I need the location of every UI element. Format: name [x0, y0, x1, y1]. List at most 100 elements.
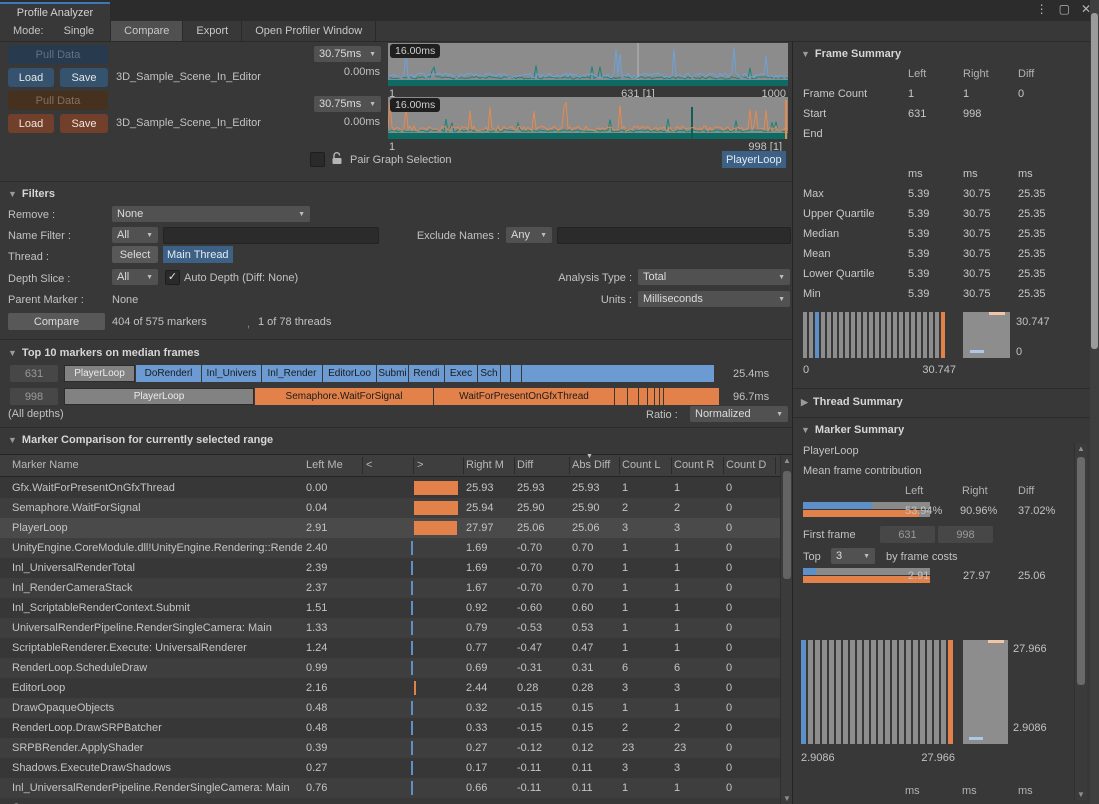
top10-segment[interactable] — [615, 388, 627, 405]
top10-bar-right[interactable]: PlayerLoopSemaphore.WaitForSignalWaitFor… — [64, 388, 720, 405]
histogram-bar — [871, 640, 876, 744]
fs-stat-value: 998 — [963, 108, 981, 120]
column-header[interactable]: Left Me — [306, 459, 352, 471]
top10-segment[interactable]: Sch — [478, 365, 500, 382]
column-separator — [514, 457, 515, 474]
table-row[interactable]: EditorLoop2.162.440.280.28330 — [0, 678, 780, 698]
marker-summary-boxplot[interactable] — [963, 640, 1008, 744]
mode-compare-button[interactable]: Compare — [110, 21, 183, 41]
top10-segment[interactable]: DoRenderl — [136, 365, 201, 382]
scrollbar-thumb[interactable] — [1091, 13, 1098, 349]
top10-segment[interactable]: PlayerLoop — [64, 388, 254, 405]
table-row[interactable]: DrawOpaqueObjects0.480.32-0.150.15110 — [0, 698, 780, 718]
column-header[interactable]: Abs Diff — [572, 459, 618, 471]
table-row[interactable]: RenderLoop.DrawSRPBatcher0.480.33-0.150.… — [0, 718, 780, 738]
table-row[interactable]: RenderLoop.ScheduleDraw0.990.69-0.310.31… — [0, 658, 780, 678]
top10-segment[interactable] — [522, 365, 714, 382]
column-header[interactable]: Count R — [674, 459, 720, 471]
count-right-value: 2 — [674, 498, 722, 518]
graph-left-scale-dropdown[interactable]: 30.75ms — [314, 46, 381, 62]
column-header[interactable]: Count L — [622, 459, 668, 471]
top10-segment[interactable] — [501, 365, 510, 382]
top10-segment[interactable] — [660, 388, 663, 405]
top10-segment[interactable]: EditorLoo — [323, 365, 376, 382]
top10-segment[interactable]: PlayerLoop — [64, 365, 135, 382]
column-header[interactable]: > — [417, 459, 463, 471]
table-row[interactable]: Semaphore.WaitForSignal0.0425.9425.9025.… — [0, 498, 780, 518]
histogram-bar — [821, 312, 825, 358]
first-frame-right-button[interactable]: 998 — [938, 526, 993, 543]
table-row[interactable]: UniversalRenderPipeline.RenderSingleCame… — [0, 618, 780, 638]
top-n-dropdown[interactable]: 3 — [831, 548, 875, 564]
pull-data-left-button[interactable]: Pull Data — [8, 45, 108, 64]
frame-summary-foldout[interactable]: Frame Summary — [801, 48, 901, 60]
top10-segment[interactable] — [628, 388, 638, 405]
table-row[interactable]: SRPBRender.ApplyShader0.390.27-0.120.122… — [0, 738, 780, 758]
thread-summary-foldout[interactable]: Thread Summary — [801, 396, 903, 408]
top10-segment[interactable]: WaitForPresentOnGfxThread — [434, 388, 614, 405]
export-button[interactable]: Export — [183, 21, 242, 41]
table-row[interactable]: Shadows.ExecuteDrawShadows0.270.17-0.110… — [0, 758, 780, 778]
top10-frame-left-button[interactable]: 631 — [10, 365, 58, 382]
right-median-value: 0.27 — [466, 738, 514, 758]
table-row[interactable]: Inl_UniversalRenderTotal2.391.69-0.700.7… — [0, 558, 780, 578]
top10-foldout[interactable]: Top 10 markers on median frames — [8, 347, 200, 359]
top10-segment[interactable]: Exec — [445, 365, 477, 382]
left-median-value: 2.37 — [306, 578, 362, 598]
top10-frame-right-button[interactable]: 998 — [10, 388, 58, 405]
scroll-up-icon[interactable]: ▲ — [1075, 444, 1087, 453]
frame-summary-histogram[interactable] — [803, 312, 956, 358]
maximize-icon[interactable]: ▢ — [1059, 2, 1070, 16]
table-row[interactable]: UnityEngine.CoreModule.dll!UnityEngine.R… — [0, 538, 780, 558]
top10-segment[interactable] — [655, 388, 659, 405]
left-median-value: 2.91 — [306, 518, 362, 538]
top10-segment[interactable] — [648, 388, 654, 405]
left-median-value: 0.39 — [306, 738, 362, 758]
top10-segment[interactable] — [511, 365, 521, 382]
top10-segment[interactable] — [639, 388, 647, 405]
diff-bar-cell — [364, 721, 463, 735]
column-header[interactable]: Diff — [517, 459, 563, 471]
table-row[interactable]: PlayerLoop2.9127.9725.0625.06330 — [0, 518, 780, 538]
fs-stat-label: Median — [803, 228, 839, 240]
top10-segment[interactable] — [664, 388, 719, 405]
column-header[interactable]: Marker Name — [12, 459, 302, 471]
table-row[interactable]: Inl_RenderCameraStack2.371.67-0.700.7011… — [0, 578, 780, 598]
histogram-bar — [878, 640, 883, 744]
mode-single-button[interactable]: Single — [48, 21, 111, 41]
table-row[interactable]: Inl_UniversalRenderPipeline.RenderSingle… — [0, 778, 780, 798]
first-frame-left-button[interactable]: 631 — [880, 526, 935, 543]
column-header[interactable]: Count D — [726, 459, 772, 471]
marker-summary-scrollbar[interactable]: ▲ ▼ — [1074, 443, 1087, 800]
scrollbar-thumb[interactable] — [1077, 457, 1085, 685]
column-header[interactable]: Right M — [466, 459, 512, 471]
scrollbar-thumb[interactable] — [783, 471, 791, 579]
histogram-bar — [827, 312, 831, 358]
scroll-down-icon[interactable]: ▼ — [1075, 790, 1087, 799]
top10-segment[interactable]: Submi — [377, 365, 408, 382]
window-edge-scrollbar[interactable] — [1090, 0, 1099, 804]
compare-button[interactable]: Compare — [8, 313, 105, 330]
table-row[interactable]: Gfx.WaitForPresentOnGfxThread0.0025.9325… — [0, 478, 780, 498]
table-row[interactable]: ScriptableRenderer.Execute: UniversalRen… — [0, 638, 780, 658]
comparison-foldout[interactable]: Marker Comparison for currently selected… — [8, 434, 273, 446]
top10-segment[interactable]: Semaphore.WaitForSignal — [255, 388, 433, 405]
table-row[interactable]: Inl_ScriptableRenderContext.Submit1.510.… — [0, 598, 780, 618]
top10-segment[interactable]: Inl_Univers — [202, 365, 261, 382]
top10-bar-left[interactable]: PlayerLoopDoRenderlInl_UniversInl_Render… — [64, 365, 715, 382]
ratio-dropdown[interactable]: Normalized — [690, 406, 788, 422]
column-header[interactable]: < — [366, 459, 412, 471]
marker-name: Inl_UniversalRenderPipeline.RenderSingle… — [12, 778, 302, 804]
abs-diff-value: 0.70 — [572, 578, 618, 598]
count-diff-value: 0 — [726, 738, 774, 758]
top10-segment[interactable]: Inl_Render — [262, 365, 322, 382]
kebab-menu-icon[interactable]: ⋮ — [1036, 2, 1048, 16]
top10-segment[interactable]: Rendi — [409, 365, 444, 382]
open-profiler-window-button[interactable]: Open Profiler Window — [242, 21, 376, 41]
diff-value: -0.53 — [517, 618, 567, 638]
tab-profile-analyzer[interactable]: Profile Analyzer — [0, 2, 110, 21]
marker-summary-foldout[interactable]: Marker Summary — [801, 424, 904, 436]
fs-stat-value: 25.35 — [1018, 268, 1046, 280]
marker-summary-histogram[interactable] — [801, 640, 955, 744]
frame-summary-boxplot[interactable] — [963, 312, 1010, 358]
